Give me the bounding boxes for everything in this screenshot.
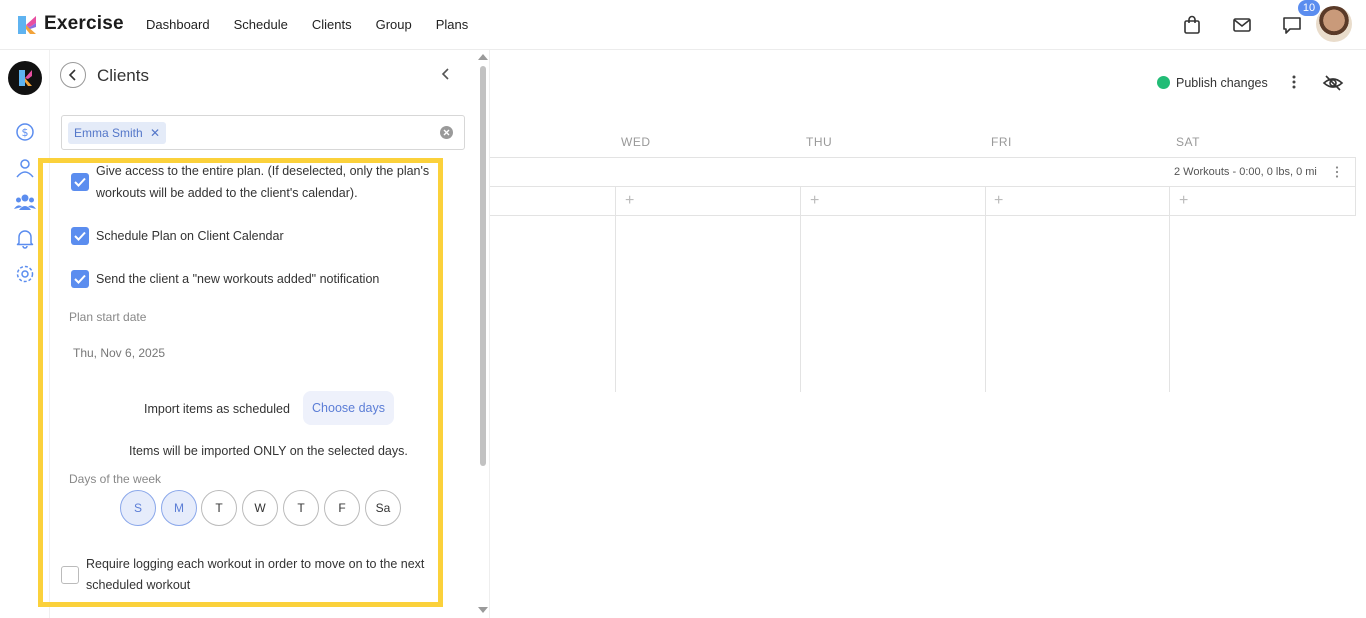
calendar-day-sat: SAT <box>1176 135 1200 149</box>
entire-plan-label-2: workouts will be added to the client's c… <box>96 186 358 200</box>
more-options-icon[interactable] <box>1287 74 1301 90</box>
publish-changes-button[interactable]: Publish changes <box>1176 76 1268 90</box>
schedule-plan-checkbox[interactable] <box>71 227 89 245</box>
calendar-day-wed: WED <box>621 135 651 149</box>
grid-line <box>800 186 801 392</box>
collapse-panel-icon[interactable] <box>438 66 454 82</box>
nav-schedule[interactable]: Schedule <box>234 17 288 32</box>
day-toggle-sunday[interactable]: S <box>120 490 156 526</box>
top-bar: Exercise Dashboard Schedule Clients Grou… <box>0 0 1366 50</box>
brand-name[interactable]: Exercise <box>44 13 124 35</box>
start-date-label: Plan start date <box>69 310 147 324</box>
add-workout-fri-button[interactable]: + <box>994 192 1003 210</box>
grid-line <box>1355 157 1356 216</box>
scrollbar-thumb[interactable] <box>480 66 486 466</box>
grid-line <box>615 186 616 392</box>
notification-badge: 10 <box>1298 0 1320 16</box>
row-more-icon[interactable] <box>1333 165 1341 179</box>
gear-icon[interactable] <box>14 263 36 285</box>
require-logging-label: Require logging each workout in order to… <box>86 557 425 571</box>
client-chip: Emma Smith ✕ <box>68 122 167 144</box>
schedule-plan-label: Schedule Plan on Client Calendar <box>96 229 284 243</box>
client-chip-label: Emma Smith <box>74 126 143 140</box>
add-workout-wed-button[interactable]: + <box>625 192 634 210</box>
shopping-bag-icon[interactable] <box>1181 14 1203 36</box>
publish-status-dot <box>1157 76 1170 89</box>
notify-client-label: Send the client a "new workouts added" n… <box>96 272 380 286</box>
checkmark-icon <box>74 274 86 284</box>
start-date-field[interactable]: Thu, Nov 6, 2025 <box>73 346 165 360</box>
import-label: Import items as scheduled <box>144 402 290 416</box>
day-toggle-saturday[interactable]: Sa <box>365 490 401 526</box>
nav-dashboard[interactable]: Dashboard <box>146 17 210 32</box>
grid-line <box>985 186 986 392</box>
import-note: Items will be imported ONLY on the selec… <box>129 444 408 458</box>
checkmark-icon <box>74 231 86 241</box>
days-of-week-label: Days of the week <box>69 472 162 486</box>
main-nav: Dashboard Schedule Clients Group Plans <box>146 17 468 32</box>
dollar-icon[interactable]: $ <box>14 121 36 143</box>
client-select-input[interactable]: Emma Smith ✕ <box>61 115 465 150</box>
nav-group[interactable]: Group <box>376 17 412 32</box>
choose-days-button[interactable]: Choose days <box>303 391 394 425</box>
notify-client-checkbox[interactable] <box>71 270 89 288</box>
group-icon[interactable] <box>14 191 36 213</box>
day-toggle-tuesday[interactable]: T <box>201 490 237 526</box>
mail-icon[interactable] <box>1231 14 1253 36</box>
require-logging-checkbox[interactable] <box>61 566 79 584</box>
rail-logo-icon[interactable] <box>8 61 42 95</box>
nav-plans[interactable]: Plans <box>436 17 469 32</box>
calendar-day-thu: THU <box>806 135 833 149</box>
require-logging-label-2: scheduled workout <box>86 578 191 592</box>
checkmark-icon <box>74 177 86 187</box>
remove-chip-icon[interactable]: ✕ <box>150 126 160 140</box>
scroll-up-icon[interactable] <box>478 54 488 60</box>
scroll-down-icon[interactable] <box>478 607 488 613</box>
entire-plan-checkbox[interactable] <box>71 173 89 191</box>
entire-plan-label: Give access to the entire plan. (If dese… <box>96 164 430 178</box>
user-icon[interactable] <box>14 157 36 179</box>
add-workout-sat-button[interactable]: + <box>1179 192 1188 210</box>
chat-icon[interactable] <box>1281 14 1303 36</box>
day-toggle-friday[interactable]: F <box>324 490 360 526</box>
app-logo-icon <box>18 16 36 34</box>
panel-scrollbar[interactable] <box>478 54 488 616</box>
week-summary: 2 Workouts - 0:00, 0 lbs, 0 mi <box>1174 166 1317 178</box>
eye-off-icon[interactable] <box>1322 72 1344 94</box>
day-toggle-monday[interactable]: M <box>161 490 197 526</box>
add-workout-thu-button[interactable]: + <box>810 192 819 210</box>
grid-line <box>490 215 1356 216</box>
user-avatar[interactable] <box>1316 6 1352 42</box>
chevron-left-icon <box>68 69 76 81</box>
nav-clients[interactable]: Clients <box>312 17 352 32</box>
grid-line <box>490 186 1356 187</box>
day-toggle-wednesday[interactable]: W <box>242 490 278 526</box>
day-toggle-thursday[interactable]: T <box>283 490 319 526</box>
calendar-day-fri: FRI <box>991 135 1012 149</box>
back-button[interactable] <box>60 62 86 88</box>
grid-line <box>490 157 1356 158</box>
panel-title: Clients <box>97 66 149 85</box>
grid-line <box>1169 186 1170 392</box>
clear-input-icon[interactable] <box>440 126 453 139</box>
svg-text:$: $ <box>22 126 29 139</box>
bell-icon[interactable] <box>14 227 36 249</box>
